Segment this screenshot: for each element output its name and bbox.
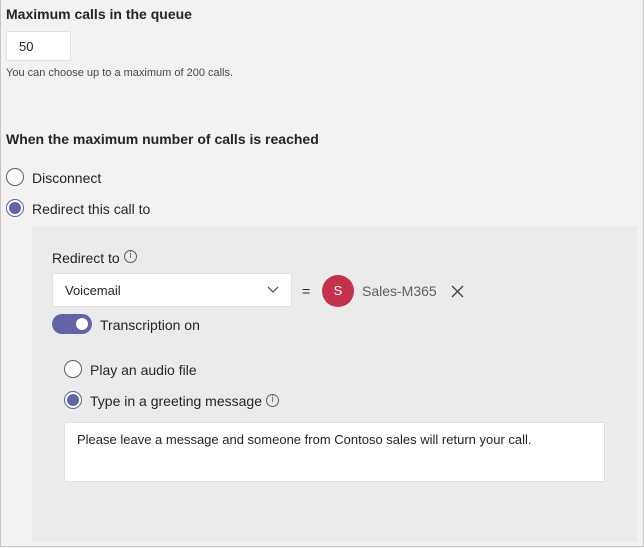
transcription-toggle[interactable]	[52, 314, 92, 334]
redirect-label: Redirect this call to	[32, 201, 151, 217]
disconnect-radio[interactable]	[6, 168, 24, 186]
max-calls-heading: Maximum calls in the queue	[6, 6, 192, 22]
close-icon[interactable]	[451, 285, 464, 298]
info-icon[interactable]: i	[124, 250, 137, 263]
max-reached-heading: When the maximum number of calls is reac…	[6, 131, 319, 147]
disconnect-label: Disconnect	[32, 170, 102, 186]
redirect-radio[interactable]	[6, 199, 24, 217]
avatar: S	[322, 275, 354, 307]
equals-sign: =	[302, 283, 311, 299]
chevron-down-icon	[267, 286, 279, 293]
redirect-dropdown[interactable]: Voicemail	[52, 273, 292, 307]
max-calls-input[interactable]: 50	[6, 31, 71, 61]
transcription-label: Transcription on	[100, 317, 200, 333]
info-icon[interactable]: i	[266, 394, 279, 407]
redirect-dropdown-value: Voicemail	[65, 283, 121, 298]
type-greeting-radio[interactable]	[64, 391, 82, 409]
redirect-target-name: Sales-M365	[362, 283, 437, 299]
max-calls-help-text: You can choose up to a maximum of 200 ca…	[6, 67, 234, 79]
redirect-to-label: Redirect to	[52, 250, 120, 266]
play-audio-radio[interactable]	[64, 360, 82, 378]
play-audio-label: Play an audio file	[90, 362, 197, 378]
type-greeting-label: Type in a greeting message	[90, 393, 262, 409]
greeting-message-textarea[interactable]: Please leave a message and someone from …	[64, 422, 605, 482]
